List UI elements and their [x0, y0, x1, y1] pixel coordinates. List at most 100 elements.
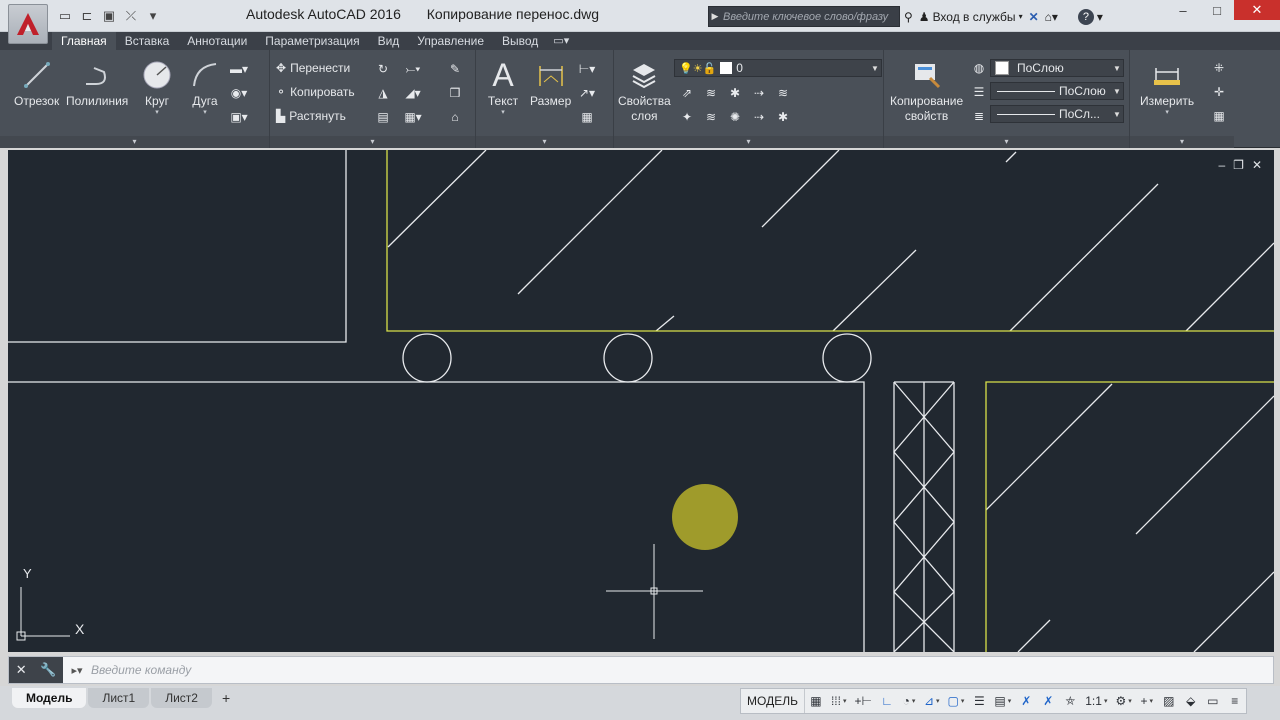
transparency-icon[interactable]: ▤ ▾: [990, 689, 1015, 713]
tab-home[interactable]: Главная: [52, 32, 116, 50]
trim-icon[interactable]: ⤚▾: [404, 60, 422, 78]
measure-button[interactable]: Измерить ▾: [1140, 58, 1194, 117]
viewport-minimize-icon[interactable]: –: [1218, 158, 1225, 172]
layer-tool-2-icon[interactable]: ≋: [702, 84, 720, 102]
drawing-viewport[interactable]: Y X – ❐ ✕: [8, 150, 1274, 652]
minimize-icon[interactable]: –: [1166, 0, 1200, 20]
tab-annotate[interactable]: Аннотации: [178, 32, 256, 50]
viewport-restore-icon[interactable]: ❐: [1233, 158, 1244, 172]
mirror-icon[interactable]: ◮: [374, 84, 392, 102]
color-dropdown[interactable]: ПоСлою ▼: [990, 59, 1124, 77]
tab-layout2[interactable]: Лист2: [151, 688, 212, 708]
circle-button[interactable]: Круг ▾: [140, 58, 174, 117]
leader-icon[interactable]: ↗▾: [578, 84, 596, 102]
layer-tool-1-icon[interactable]: ⇗: [678, 84, 696, 102]
layer-properties-button[interactable]: Свойства слоя: [618, 58, 671, 124]
tab-view[interactable]: Вид: [369, 32, 409, 50]
wrench-icon[interactable]: 🔧: [40, 662, 56, 678]
panel-properties-expand[interactable]: ▾: [884, 136, 1129, 148]
move-button[interactable]: ✥ Перенести: [276, 58, 350, 78]
stretch-button[interactable]: ▙ Растянуть: [276, 106, 346, 126]
save-icon[interactable]: ▣: [100, 7, 118, 25]
add-layout-icon[interactable]: +: [214, 688, 238, 708]
linetype-dropdown[interactable]: ПоСлою ▼: [990, 82, 1124, 100]
table-icon[interactable]: ▦: [578, 108, 596, 126]
array-icon[interactable]: ▦▾: [404, 108, 422, 126]
command-input[interactable]: [91, 663, 1273, 677]
linear-dim-icon[interactable]: ⊢▾: [578, 60, 596, 78]
layer-tool-10-icon[interactable]: ✱: [774, 108, 792, 126]
point-icon[interactable]: ✛: [1210, 83, 1228, 101]
close-icon[interactable]: ✕: [1234, 0, 1280, 20]
panel-annotation-expand[interactable]: ▾: [476, 136, 613, 148]
isolate-objects-icon[interactable]: ⬙: [1180, 689, 1202, 713]
erase-icon[interactable]: ✎: [446, 60, 464, 78]
maximize-icon[interactable]: □: [1200, 0, 1234, 20]
fillet-icon[interactable]: ◢▾: [404, 84, 422, 102]
polyline-button[interactable]: Полилиния: [66, 58, 128, 109]
layer-tool-3-icon[interactable]: ✱: [726, 84, 744, 102]
snap-icon[interactable]: ⁞⁞⁞ ▾: [827, 689, 851, 713]
annotation-scale-visibility-icon[interactable]: ✗: [1037, 689, 1059, 713]
close-icon[interactable]: ✕: [16, 662, 27, 678]
layer-tool-5-icon[interactable]: ≋: [774, 84, 792, 102]
ribbon-minimize-icon[interactable]: ▭▾: [547, 32, 575, 50]
model-space-button[interactable]: МОДЕЛЬ: [741, 689, 805, 713]
explode-icon[interactable]: ❒: [446, 84, 464, 102]
panel-draw-expand[interactable]: ▾: [0, 136, 269, 148]
lineweight-dropdown[interactable]: ПоСл... ▼: [990, 105, 1124, 123]
text-button[interactable]: A Текст ▾: [486, 57, 520, 117]
polar-icon[interactable]: ◔ ▾: [898, 689, 920, 713]
panel-layers-expand[interactable]: ▾: [614, 136, 883, 148]
clean-screen-icon[interactable]: ▭: [1202, 689, 1224, 713]
infer-constraints-icon[interactable]: +⊢: [850, 689, 875, 713]
layer-tool-9-icon[interactable]: ⇢: [750, 108, 768, 126]
tab-manage[interactable]: Управление: [408, 32, 493, 50]
calculator-icon[interactable]: ▦: [1210, 107, 1228, 125]
quick-select-icon[interactable]: ⁜: [1210, 59, 1228, 77]
annotation-visibility-icon[interactable]: ⛤: [1059, 689, 1081, 713]
new-file-icon[interactable]: ▭: [56, 7, 74, 25]
layer-tool-7-icon[interactable]: ≋: [702, 108, 720, 126]
match-properties-button[interactable]: Копирование свойств: [890, 58, 963, 124]
signin-button[interactable]: ♟ Вход в службы ▾: [919, 10, 1023, 24]
a360-icon[interactable]: ⌂▾: [1045, 10, 1058, 24]
offset-icon[interactable]: ⌂: [446, 108, 464, 126]
osnap-icon[interactable]: ▢ ▾: [944, 689, 969, 713]
annotation-scale[interactable]: 1:1 ▾: [1081, 689, 1111, 713]
search-expand-icon[interactable]: ▶: [709, 11, 721, 22]
tab-model[interactable]: Модель: [12, 688, 87, 708]
scale-icon[interactable]: ▤: [374, 108, 392, 126]
customize-menu-icon[interactable]: ≡: [1224, 689, 1246, 713]
region-icon[interactable]: ▣▾: [230, 108, 248, 126]
hatch-icon[interactable]: ◉▾: [230, 84, 248, 102]
drawing-canvas[interactable]: [8, 150, 1274, 652]
tab-layout1[interactable]: Лист1: [88, 688, 150, 708]
panel-utilities-expand[interactable]: ▾: [1130, 136, 1234, 148]
arc-button[interactable]: Дуга ▾: [188, 58, 222, 117]
rotate-icon[interactable]: ↻: [374, 60, 392, 78]
search-input[interactable]: [721, 10, 899, 23]
isodraft-icon[interactable]: ⊿ ▾: [920, 689, 944, 713]
layer-tool-6-icon[interactable]: ✦: [678, 108, 696, 126]
panel-modify-expand[interactable]: ▾: [270, 136, 475, 148]
viewport-close-icon[interactable]: ✕: [1252, 158, 1262, 172]
add-icon[interactable]: + ▾: [1136, 689, 1158, 713]
search-box[interactable]: ▶: [708, 6, 900, 27]
grid-icon[interactable]: ▦: [805, 689, 827, 713]
rectangle-icon[interactable]: ▬▾: [230, 60, 248, 78]
line-button[interactable]: Отрезок: [14, 58, 59, 109]
ortho-icon[interactable]: ∟: [876, 689, 898, 713]
dimension-button[interactable]: Размер: [530, 58, 571, 109]
layer-tool-4-icon[interactable]: ⇢: [750, 84, 768, 102]
workspace-gear-icon[interactable]: ⚙ ▾: [1111, 689, 1135, 713]
copy-button[interactable]: ⚬ Копировать: [276, 82, 355, 102]
help-icon[interactable]: ? ▾: [1077, 8, 1103, 25]
binoculars-icon[interactable]: ⚲: [904, 10, 913, 24]
command-prompt-icon[interactable]: ▸▾: [63, 664, 91, 677]
hardware-acceleration-icon[interactable]: ▨: [1158, 689, 1180, 713]
tab-output[interactable]: Вывод: [493, 32, 547, 50]
annotation-monitor-icon[interactable]: ✗: [1015, 689, 1037, 713]
lineweight-toggle-icon[interactable]: ☰: [968, 689, 990, 713]
plot-icon[interactable]: ⤫: [122, 7, 140, 25]
